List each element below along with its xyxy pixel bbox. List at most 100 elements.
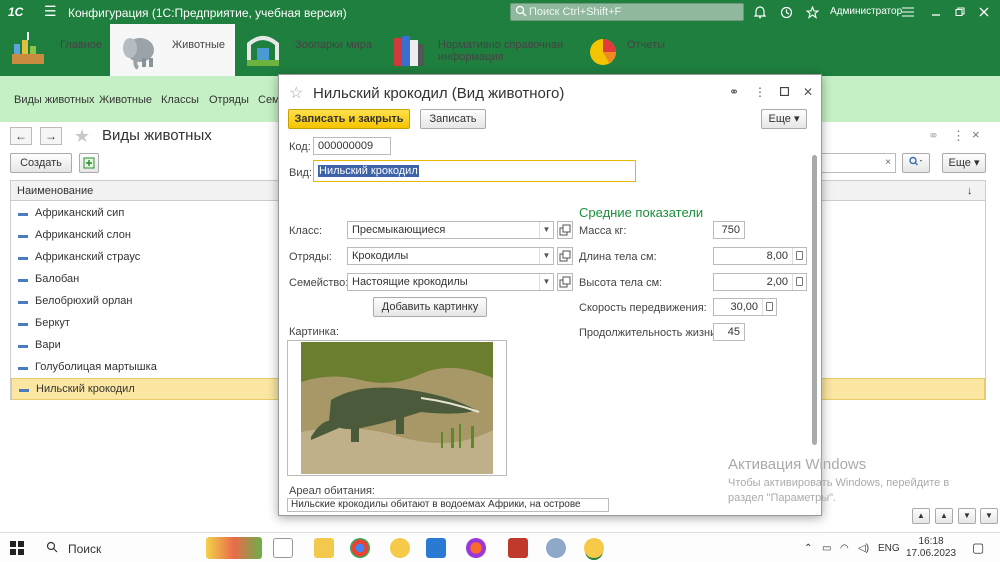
class-field[interactable]: Пресмыкающиеся ▼	[347, 221, 554, 239]
nav-orders[interactable]: Отряды	[209, 94, 249, 106]
search-icon	[515, 5, 527, 17]
form-more-button[interactable]: Еще ▾	[761, 109, 807, 129]
save-and-close-button[interactable]: Записать и закрыть	[288, 109, 410, 129]
main-section-icon	[12, 32, 44, 64]
speed-field[interactable]: 30,00	[713, 298, 777, 316]
notifications-icon[interactable]: ▢	[972, 540, 984, 556]
file-explorer-icon[interactable]	[314, 538, 334, 558]
vscode-icon[interactable]	[426, 538, 446, 558]
global-search-input[interactable]: Поиск Ctrl+Shift+F	[510, 3, 744, 21]
calculator-icon[interactable]	[792, 274, 806, 290]
section-reports[interactable]: Отчеты	[575, 24, 685, 76]
scroll-top-button[interactable]: ▲	[912, 508, 930, 524]
favorite-star-icon[interactable]: ★	[74, 126, 90, 147]
taskbar-search-icon[interactable]	[46, 541, 58, 553]
search-button[interactable]	[902, 153, 930, 173]
main-menu-icon[interactable]: ☰	[44, 3, 57, 20]
user-name[interactable]: Администратор	[830, 6, 902, 17]
section-animals[interactable]: Животные	[110, 24, 235, 76]
nav-classes[interactable]: Классы	[161, 94, 199, 106]
task-view-icon[interactable]	[273, 538, 293, 558]
mass-field[interactable]: 750	[713, 221, 745, 239]
length-field[interactable]: 8,00	[713, 247, 807, 265]
kind-field[interactable]: Нильский крокодил	[313, 160, 636, 182]
section-reference[interactable]: Нормативно справочная информация	[380, 24, 575, 76]
row-name: Африканский сип	[35, 207, 125, 219]
restore-icon[interactable]	[952, 4, 968, 20]
item-icon	[19, 389, 29, 392]
1c-active-app-icon[interactable]	[584, 538, 604, 558]
class-open-button[interactable]	[557, 221, 573, 239]
list-search-input[interactable]: ×	[820, 153, 896, 173]
create-group-icon[interactable]	[79, 153, 99, 173]
clock[interactable]: 16:18 17.06.2023	[906, 536, 956, 560]
order-open-button[interactable]	[557, 247, 573, 265]
create-button[interactable]: Создать	[10, 153, 72, 173]
tray-expand-icon[interactable]: ⌃	[804, 543, 812, 554]
calculator-icon[interactable]	[792, 248, 806, 264]
family-dropdown-icon[interactable]: ▼	[539, 274, 553, 290]
back-button[interactable]: ←	[10, 127, 32, 145]
form-favorite-icon[interactable]: ☆	[289, 83, 303, 103]
form-close-icon[interactable]: ✕	[801, 85, 815, 99]
minimize-icon[interactable]	[928, 4, 944, 20]
list-more-label: Еще	[948, 157, 971, 169]
section-zoos[interactable]: Зоопарки мира	[235, 24, 380, 76]
family-field[interactable]: Настоящие крокодилы ▼	[347, 273, 554, 291]
windows-start-icon[interactable]	[10, 541, 24, 555]
class-dropdown-icon[interactable]: ▼	[539, 222, 553, 238]
taskbar-search-label[interactable]: Поиск	[68, 542, 101, 556]
nav-animals[interactable]: Животные	[99, 94, 152, 106]
habitat-field[interactable]: Нильские крокодилы обитают в водоемах Аф…	[287, 498, 609, 512]
section-animals-label: Животные	[172, 39, 226, 51]
tray-network-icon[interactable]: ▭	[822, 543, 831, 554]
scrollbar-thumb[interactable]	[812, 155, 817, 445]
history-icon[interactable]	[778, 4, 794, 20]
scroll-bottom-button[interactable]: ▼	[980, 508, 998, 524]
column-name-header[interactable]: Наименование	[17, 185, 93, 197]
section-main-label: Главное	[60, 39, 103, 51]
clock-date: 17.06.2023	[906, 548, 957, 559]
scroll-up-button[interactable]: ▲	[935, 508, 953, 524]
link-icon[interactable]: ⚭	[727, 85, 741, 99]
tray-volume-icon[interactable]: ◁)	[858, 543, 869, 554]
language-indicator[interactable]: ENG	[878, 543, 900, 554]
section-main[interactable]: Главное	[0, 24, 110, 76]
close-icon[interactable]	[976, 4, 992, 20]
settings-menu-icon[interactable]	[900, 4, 916, 20]
order-field[interactable]: Крокодилы ▼	[347, 247, 554, 265]
family-open-button[interactable]	[557, 273, 573, 291]
firefox-icon[interactable]	[466, 538, 486, 558]
more-actions-icon[interactable]: ⋮	[753, 85, 767, 99]
list-close-icon[interactable]: ×	[972, 127, 980, 142]
clear-search-icon[interactable]: ×	[885, 157, 891, 168]
scroll-down-button[interactable]: ▼	[958, 508, 976, 524]
lifespan-field[interactable]: 45	[713, 323, 745, 341]
save-button[interactable]: Записать	[420, 109, 486, 129]
paint-icon[interactable]	[546, 538, 566, 558]
section-zoos-label: Зоопарки мира	[295, 39, 373, 51]
family-value: Настоящие крокодилы	[352, 276, 468, 288]
order-dropdown-icon[interactable]: ▼	[539, 248, 553, 264]
link-icon[interactable]: ⚭	[928, 128, 939, 144]
windows-activation-watermark: Активация Windows Чтобы активировать Win…	[728, 456, 968, 506]
1c-app-icon[interactable]	[390, 538, 410, 558]
tray-wifi-icon[interactable]: ◠	[840, 543, 849, 554]
maximize-icon[interactable]	[777, 85, 791, 99]
speed-label: Скорость передвижения:	[579, 302, 707, 314]
forward-button[interactable]: →	[40, 127, 62, 145]
sort-arrow-icon[interactable]: ↓	[967, 185, 973, 197]
nav-species[interactable]: Виды животных	[14, 94, 94, 106]
animal-picture[interactable]	[287, 340, 507, 476]
notebook-icon[interactable]	[508, 538, 528, 558]
chrome-icon[interactable]	[350, 538, 370, 558]
code-field[interactable]: 000000009	[313, 137, 391, 155]
calculator-icon[interactable]	[762, 299, 776, 315]
add-picture-button[interactable]: Добавить картинку	[373, 297, 487, 317]
more-actions-icon[interactable]: ⋮	[952, 128, 965, 144]
favorites-icon[interactable]	[804, 4, 820, 20]
list-more-button[interactable]: Еще ▾	[942, 153, 986, 173]
kind-label: Вид:	[289, 167, 312, 179]
bell-icon[interactable]	[752, 4, 768, 20]
height-field[interactable]: 2,00	[713, 273, 807, 291]
